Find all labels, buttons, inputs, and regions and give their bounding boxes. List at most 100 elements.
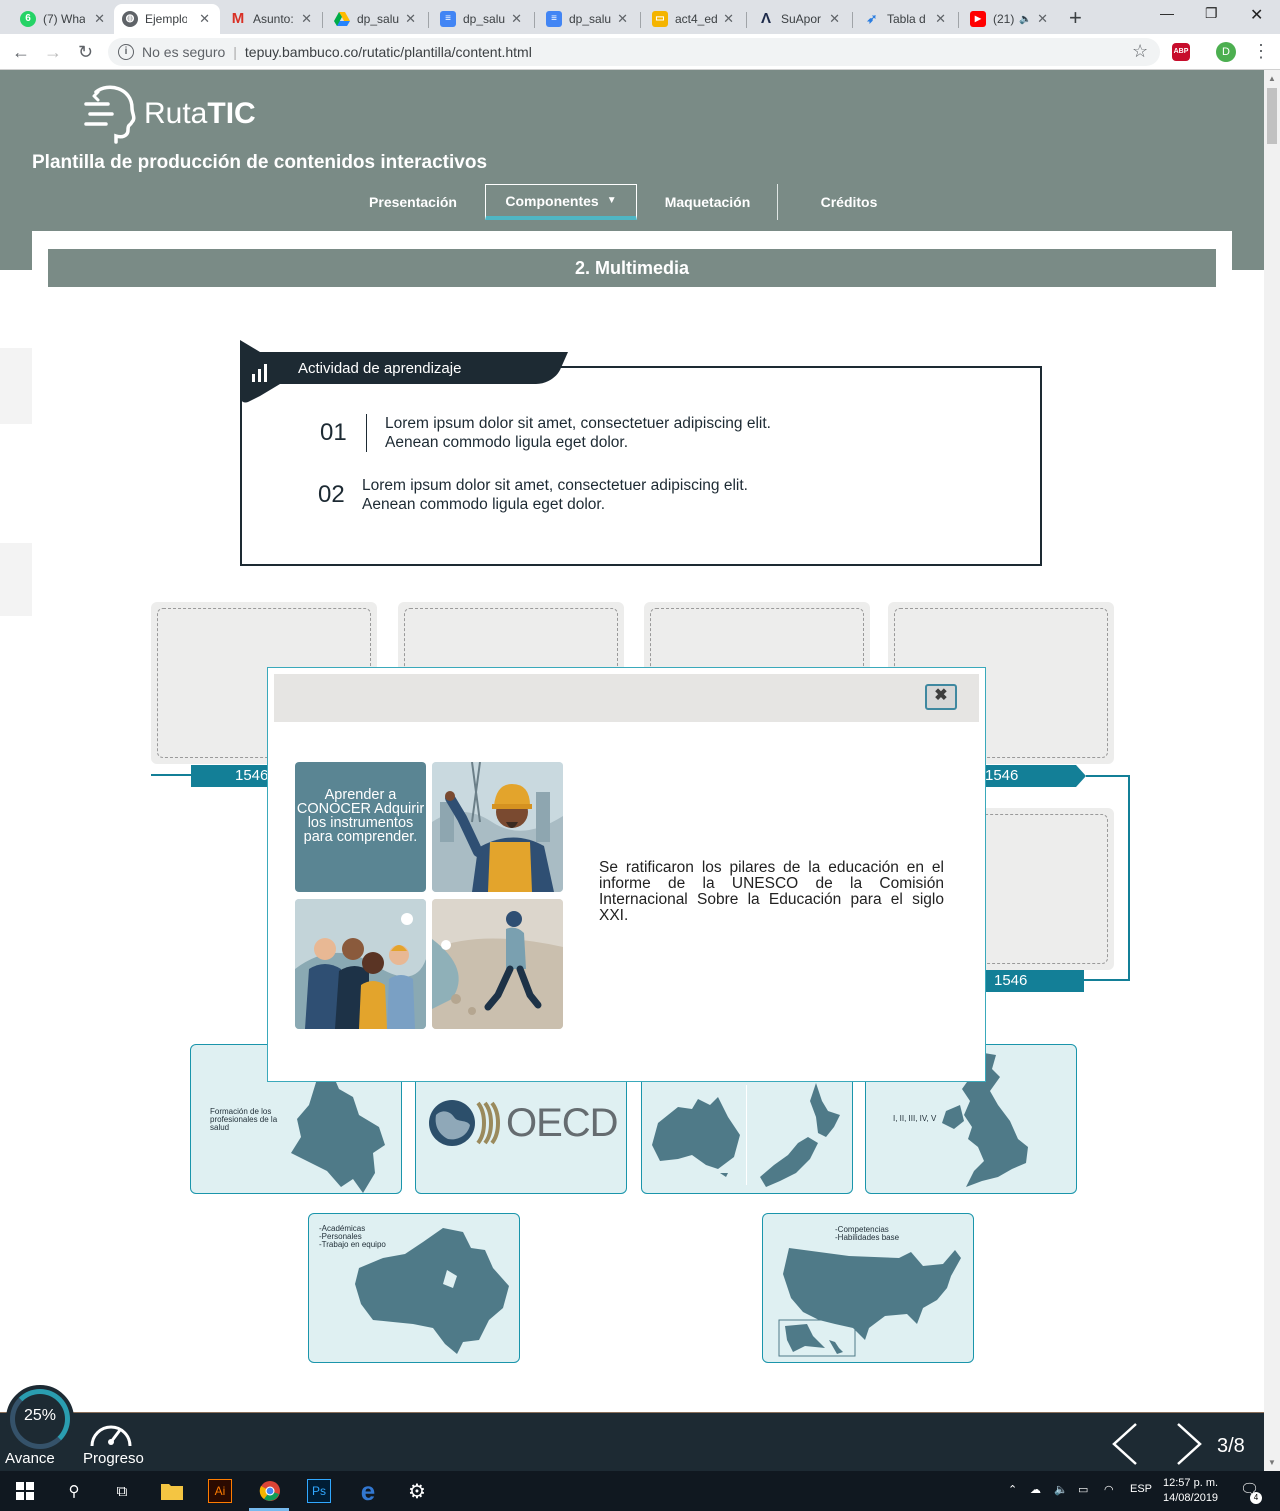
close-tab-icon[interactable]: ✕ [935, 11, 946, 27]
tab-separator [746, 12, 747, 28]
tab-separator [534, 12, 535, 28]
windows-taskbar: ⚲ ⧉ Ai Ps e ⚙ ⌃ ☁ 🔈 ▭ ◠ ESP 12:57 p. m. … [0, 1471, 1280, 1511]
search-icon[interactable]: ⚲ [62, 1479, 86, 1503]
map-caption-list: -Competencias -Habilidades base [835, 1226, 899, 1242]
speedometer-icon[interactable] [88, 1416, 134, 1450]
map-card-canada[interactable]: -Académicas -Personales -Trabajo en equi… [308, 1213, 520, 1363]
url-field[interactable]: i No es seguro | tepuy.bambuco.co/rutati… [108, 38, 1160, 66]
scroll-thumb[interactable] [1267, 88, 1277, 144]
tab-title: act4_ed [675, 12, 717, 26]
tray-expand-icon[interactable]: ⌃ [1008, 1483, 1017, 1496]
chart-icon: ➶ [866, 11, 878, 26]
tab-title: (21) [993, 12, 1015, 26]
modal-close-button[interactable]: ✖ [925, 684, 957, 710]
browser-tab[interactable]: ▶ (21) 🔈 ✕ [962, 4, 1058, 34]
whatsapp-icon: 6 [20, 11, 36, 27]
profile-avatar[interactable]: D [1216, 42, 1236, 62]
window-close-icon[interactable]: ✕ [1250, 5, 1263, 25]
bookmark-star-icon[interactable]: ☆ [1132, 41, 1148, 62]
close-tab-icon[interactable]: ✕ [199, 11, 210, 27]
settings-gear-icon[interactable]: ⚙ [405, 1479, 429, 1503]
minimize-icon[interactable]: ― [1160, 5, 1174, 21]
tab-title: dp_salu [463, 12, 505, 26]
nav-creditos[interactable]: Créditos [780, 184, 918, 220]
map-caption: Formación de los profesionales de la sal… [210, 1107, 278, 1132]
browser-tab[interactable]: ➶ Tabla d ✕ [856, 4, 956, 34]
scroll-down-icon[interactable]: ▼ [1268, 1458, 1276, 1467]
windows-start-icon[interactable] [13, 1479, 37, 1503]
file-explorer-icon[interactable] [160, 1479, 184, 1503]
task-view-icon[interactable]: ⧉ [110, 1479, 134, 1503]
address-bar-row: ← → ↻ i No es seguro | tepuy.bambuco.co/… [0, 34, 1280, 70]
forward-icon[interactable]: → [44, 42, 62, 63]
canada-map-icon [355, 1228, 509, 1354]
onedrive-icon[interactable]: ☁ [1030, 1483, 1041, 1496]
scroll-up-icon[interactable]: ▲ [1268, 74, 1276, 83]
dropdown-caret-icon: ▼ [606, 195, 617, 206]
browser-tab[interactable]: ▭ act4_ed ✕ [644, 4, 744, 34]
edge-icon[interactable]: e [356, 1476, 380, 1506]
close-tab-icon[interactable]: ✕ [723, 11, 734, 27]
activity-number: 01 [320, 419, 347, 446]
next-page-icon[interactable] [1170, 1422, 1204, 1466]
browser-tab[interactable]: 6 (7) Wha ✕ [12, 4, 115, 34]
australia-map-icon [652, 1097, 740, 1177]
back-icon[interactable]: ← [12, 42, 30, 63]
browser-tab[interactable]: M Asunto: ✕ [222, 4, 322, 34]
head-logo-icon [84, 85, 136, 144]
tab-separator [322, 12, 323, 28]
activity-text: Lorem ipsum dolor sit amet, consectetuer… [362, 477, 748, 513]
close-tab-icon[interactable]: ✕ [617, 11, 628, 27]
group-illustration[interactable] [295, 899, 426, 1029]
map-card-usa[interactable]: -Competencias -Habilidades base [762, 1213, 974, 1363]
rutatic-logo[interactable]: RutaTIC [82, 84, 256, 144]
browser-tab[interactable]: ≡ dp_salu ✕ [432, 4, 532, 34]
info-tile[interactable]: Aprender a CONOCER Adquirir los instrume… [295, 762, 426, 892]
nav-presentacion[interactable]: Presentación [346, 184, 480, 220]
restore-icon[interactable]: ❐ [1205, 5, 1218, 22]
photoshop-icon[interactable]: Ps [307, 1479, 331, 1503]
chrome-icon[interactable] [258, 1479, 282, 1503]
url-text[interactable]: tepuy.bambuco.co/rutatic/plantilla/conte… [245, 44, 532, 60]
gmail-icon: M [231, 10, 245, 27]
a-logo-icon: Λ [760, 10, 771, 27]
close-tab-icon[interactable]: ✕ [1037, 11, 1048, 27]
close-tab-icon[interactable]: ✕ [511, 11, 522, 27]
close-tab-icon[interactable]: ✕ [405, 11, 416, 27]
browser-tab[interactable]: dp_salu ✕ [326, 4, 426, 34]
logo-text: RutaTIC [144, 97, 256, 131]
new-tab-button[interactable]: + [1069, 5, 1082, 31]
group-image-icon [295, 899, 426, 1029]
close-tab-icon[interactable]: ✕ [301, 11, 312, 27]
drive-icon [334, 11, 350, 27]
volume-icon[interactable]: 🔈 [1054, 1483, 1068, 1496]
close-tab-icon[interactable]: ✕ [829, 11, 840, 27]
wifi-icon[interactable]: ◠ [1104, 1483, 1114, 1496]
info-icon[interactable]: i [118, 44, 134, 60]
reload-icon[interactable]: ↻ [78, 42, 93, 63]
browser-tab[interactable]: Λ SuApor ✕ [750, 4, 850, 34]
page-scrollbar[interactable]: ▲ ▼ [1264, 70, 1280, 1471]
walker-illustration[interactable] [432, 899, 563, 1029]
progreso-label[interactable]: Progreso [83, 1450, 144, 1467]
browser-menu-icon[interactable]: ⋮ [1252, 41, 1270, 62]
browser-tab[interactable]: ≡ dp_salu ✕ [538, 4, 638, 34]
adblock-icon[interactable]: ABP [1172, 43, 1190, 61]
nav-maquetacion[interactable]: Maquetación [640, 184, 775, 220]
tab-separator [640, 12, 641, 28]
modal-body-text: Se ratificaron los pilares de la educaci… [599, 859, 944, 924]
nav-componentes[interactable]: Componentes ▼ [485, 184, 637, 220]
prev-page-icon[interactable] [1110, 1422, 1144, 1466]
system-clock[interactable]: 12:57 p. m. 14/08/2019 [1163, 1476, 1218, 1506]
timeline-line [1084, 979, 1130, 981]
activity-text: Lorem ipsum dolor sit amet, consectetuer… [385, 415, 771, 451]
language-indicator[interactable]: ESP [1130, 1483, 1152, 1495]
illustrator-icon[interactable]: Ai [208, 1479, 232, 1503]
progress-percent: 25% [23, 1407, 57, 1424]
worker-illustration[interactable] [432, 762, 563, 892]
browser-tab-active[interactable]: ◍ Ejemplo ✕ [114, 4, 220, 34]
battery-icon[interactable]: ▭ [1078, 1483, 1088, 1496]
nav-divider [777, 184, 778, 220]
close-tab-icon[interactable]: ✕ [94, 11, 105, 27]
tab-title: dp_salu [569, 12, 611, 26]
